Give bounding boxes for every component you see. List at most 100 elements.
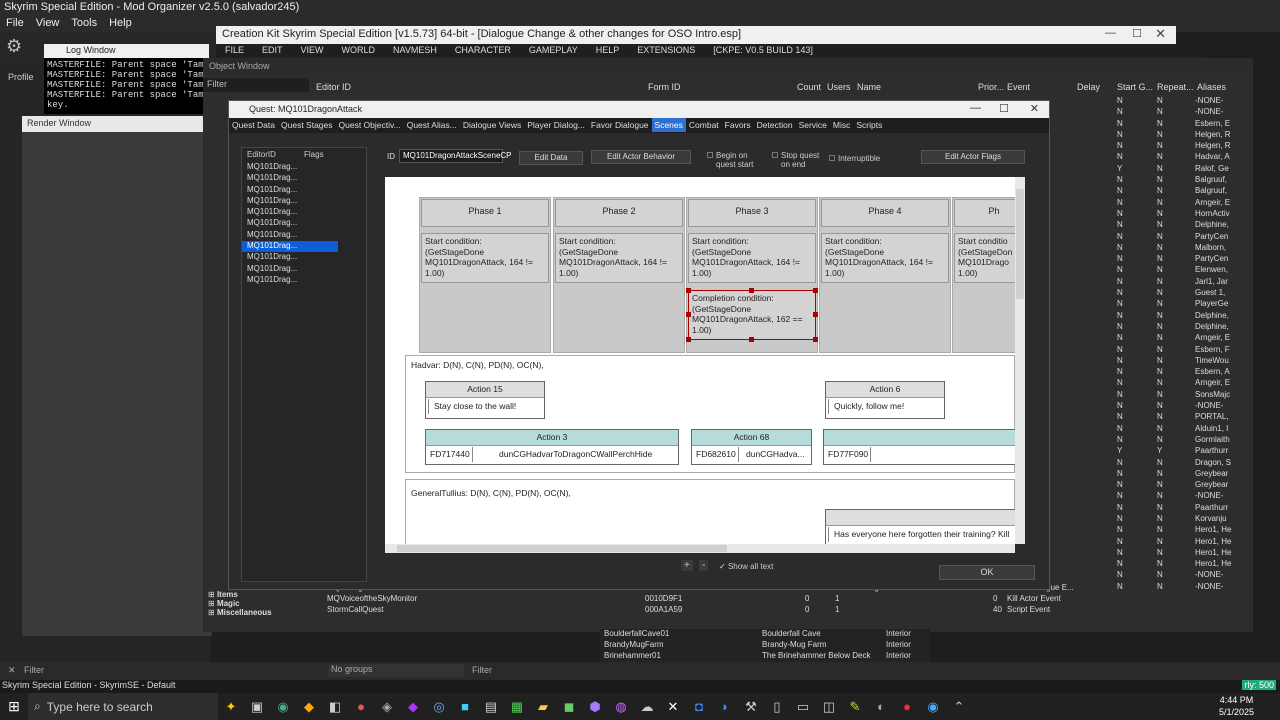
windows-start-icon[interactable]: ⊞ — [0, 693, 28, 720]
list-item[interactable]: BrandyMugFarm Brandy-Mug Farm Interior — [600, 640, 930, 651]
action-68[interactable]: Action 68 FD682610 dunCGHadva... — [691, 429, 812, 465]
col-editor-id[interactable]: Editor ID — [316, 82, 351, 92]
phase-5-header[interactable]: Ph — [954, 199, 1015, 227]
tab-detection[interactable]: Detection — [754, 118, 796, 132]
menu-file[interactable]: File — [0, 16, 30, 30]
app-icon[interactable]: ● — [894, 693, 920, 720]
ck-menu-view[interactable]: VIEW — [292, 44, 333, 56]
tab-favors[interactable]: Favors — [722, 118, 754, 132]
app-icon[interactable]: ✕ — [660, 693, 686, 720]
phase-5-start-condition[interactable]: Start conditio (GetStageDon MQ101Drago 1… — [954, 233, 1015, 283]
resize-handle[interactable] — [813, 312, 818, 317]
app-icon[interactable]: ◘ — [686, 693, 712, 720]
action-3[interactable]: Action 3 FD717440 dunCGHadvarToDragonCWal… — [425, 429, 679, 465]
app-icon[interactable]: ◍ — [608, 693, 634, 720]
app-icon[interactable]: ▯ — [764, 693, 790, 720]
tree-item-items[interactable]: ⊞ Items — [208, 590, 308, 599]
cortana-icon[interactable]: ✦ — [218, 693, 244, 720]
groups-select[interactable]: No groups — [328, 664, 464, 677]
app-icon[interactable]: ◆ — [296, 693, 322, 720]
ck-menu-help[interactable]: HELP — [587, 44, 629, 56]
close-icon[interactable]: ✕ — [1030, 102, 1039, 115]
minimize-icon[interactable]: — — [970, 102, 981, 114]
scene-list-item[interactable]: MQ101Drag... — [242, 207, 338, 218]
action-6[interactable]: Action 6 Quickly, follow me! — [825, 381, 945, 419]
tab-misc[interactable]: Misc — [830, 118, 853, 132]
scene-list-item[interactable]: MQ101Drag... — [242, 218, 338, 229]
app-icon[interactable]: ◈ — [374, 693, 400, 720]
phase-3-start-condition[interactable]: Start condition: (GetStageDone MQ101Drag… — [688, 233, 816, 283]
app-icon[interactable]: ◆ — [400, 693, 426, 720]
taskbar-search[interactable]: ⌕ Type here to search — [28, 693, 218, 720]
render-window[interactable]: Render Window — [22, 116, 212, 636]
ck-menu-gameplay[interactable]: GAMEPLAY — [520, 44, 587, 56]
scene-list-item[interactable]: MQ101Drag... — [242, 275, 338, 286]
app-icon[interactable]: ▦ — [504, 693, 530, 720]
list-item[interactable]: BoulderfallCave01 Boulderfall Cave Interio… — [600, 629, 930, 640]
app-icon[interactable]: ✎ — [842, 693, 868, 720]
tab-dialogue-views[interactable]: Dialogue Views — [460, 118, 524, 132]
action-15[interactable]: Action 15 Stay close to the wall! — [425, 381, 545, 419]
col-start-game[interactable]: Start G... — [1117, 82, 1153, 92]
resize-handle[interactable] — [686, 288, 691, 293]
mod-filter-input[interactable]: Filter — [24, 665, 44, 675]
tab-scripts[interactable]: Scripts — [853, 118, 885, 132]
tab-favor-dialogue[interactable]: Favor Dialogue — [588, 118, 652, 132]
chrome-icon[interactable]: ◉ — [270, 693, 296, 720]
gear-icon[interactable]: ⚙ — [6, 36, 22, 57]
col-users[interactable]: Users — [827, 82, 851, 92]
app-icon[interactable]: ⬢ — [582, 693, 608, 720]
ck-menu-character[interactable]: CHARACTER — [446, 44, 520, 56]
minimize-icon[interactable]: — — [1105, 27, 1116, 39]
taskbar-clock[interactable]: 4:44 PM 5/1/2025 — [1219, 694, 1254, 718]
close-icon[interactable]: ✕ — [1155, 26, 1166, 42]
interruptible-checkbox[interactable]: Interruptible — [829, 154, 880, 163]
actor-label-general-tullius[interactable]: GeneralTullius: D(N), C(N), PD(N), OC(N)… — [411, 488, 571, 498]
remove-phase-button[interactable]: - — [699, 560, 709, 571]
action-unnamed[interactable]: FD77F090 — [823, 429, 1015, 465]
col-priority[interactable]: Prior... — [978, 82, 1004, 92]
col-delay[interactable]: Delay — [1077, 82, 1100, 92]
resize-handle[interactable] — [686, 337, 691, 342]
horizontal-scroll-thumb[interactable] — [397, 545, 727, 552]
scene-list-item[interactable]: MQ101Drag... — [242, 196, 338, 207]
tab-service[interactable]: Service — [796, 118, 830, 132]
actor-label-hadvar[interactable]: Hadvar: D(N), C(N), PD(N), OC(N), — [411, 360, 544, 370]
tree-item-magic[interactable]: ⊞ Magic — [208, 599, 308, 608]
begin-on-quest-start-checkbox[interactable]: Begin on quest start — [707, 151, 753, 169]
canvas-vertical-scrollbar[interactable] — [1015, 177, 1025, 544]
app-icon[interactable]: ◉ — [920, 693, 946, 720]
tab-quest-objectiv[interactable]: Quest Objectiv... — [336, 118, 404, 132]
scene-id-input[interactable]: MQ101DragonAttackSceneCP — [399, 149, 512, 163]
maximize-icon[interactable]: ☐ — [999, 102, 1009, 115]
table-row[interactable]: StormCallQuest 000A1A59 0 1 40 Script Event — [310, 605, 1245, 616]
edit-data-button[interactable]: Edit Data — [519, 151, 583, 165]
scene-list-item[interactable]: MQ101Drag... — [242, 264, 338, 275]
scene-list-item[interactable]: MQ101Drag... — [242, 252, 338, 263]
add-phase-button[interactable]: + — [681, 560, 693, 571]
app-icon[interactable]: ◼ — [556, 693, 582, 720]
ck-menu-edit[interactable]: EDIT — [253, 44, 292, 56]
menu-help[interactable]: Help — [103, 16, 138, 30]
scene-list-item[interactable]: MQ101Drag... — [242, 173, 338, 184]
app-icon[interactable]: ⚒ — [738, 693, 764, 720]
phase-2-start-condition[interactable]: Start condition: (GetStageDone MQ101Drag… — [555, 233, 683, 283]
col-editorid[interactable]: EditorID — [247, 150, 276, 159]
canvas-horizontal-scrollbar[interactable] — [385, 544, 1015, 553]
list-item[interactable]: Brinehammer01 The Brinehammer Below Deck I… — [600, 651, 930, 662]
col-flags[interactable]: Flags — [304, 150, 324, 159]
ck-menu-extensions[interactable]: EXTENSIONS — [628, 44, 704, 56]
tab-scenes[interactable]: Scenes — [651, 118, 686, 132]
col-aliases[interactable]: Aliases — [1197, 82, 1226, 92]
phase-1-start-condition[interactable]: Start condition: (GetStageDone MQ101Drag… — [421, 233, 549, 283]
col-repeat[interactable]: Repeat... — [1157, 82, 1194, 92]
tab-combat[interactable]: Combat — [686, 118, 722, 132]
scene-list-item[interactable]: MQ101Drag... — [242, 241, 338, 253]
app-icon[interactable]: ▭ — [790, 693, 816, 720]
app-icon[interactable]: ◐ — [868, 693, 894, 720]
phase-4-start-condition[interactable]: Start condition: (GetStageDone MQ101Drag… — [821, 233, 949, 283]
phase-2-header[interactable]: Phase 2 — [555, 199, 683, 227]
maximize-icon[interactable]: ☐ — [1132, 27, 1142, 40]
stop-quest-on-end-checkbox[interactable]: Stop quest on end — [772, 151, 819, 169]
action-tullius[interactable]: Has everyone here forgotten their traini… — [825, 509, 1015, 544]
